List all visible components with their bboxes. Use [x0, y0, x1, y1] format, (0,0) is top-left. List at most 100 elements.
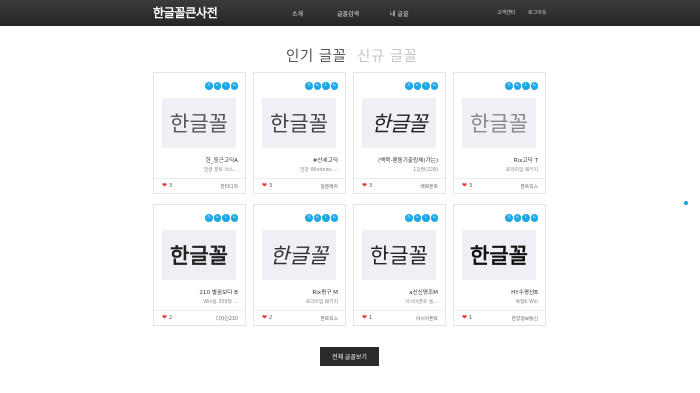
like-count: 3: [169, 183, 173, 189]
hangul-badge-icon: 가: [405, 82, 413, 90]
hangul-badge-icon: 가: [505, 214, 513, 222]
font-preview[interactable]: 한글꼴: [162, 98, 236, 148]
font-preview[interactable]: 한글꼴: [362, 98, 436, 148]
font-preview[interactable]: 한글꼴: [162, 230, 236, 280]
font-name[interactable]: Rix고딕 T: [514, 156, 538, 164]
nav-my-fonts[interactable]: 내 글꼴: [390, 9, 408, 18]
font-maker: 아시아폰트: [415, 317, 438, 322]
heart-icon: ❤: [162, 182, 168, 189]
customer-center-link[interactable]: 고객센터: [497, 9, 515, 16]
like-count: 1: [469, 315, 473, 321]
like-button[interactable]: ❤ 2: [262, 314, 273, 322]
font-feature-badges: 가 A 1 &: [405, 82, 438, 90]
font-feature-badges: 가 A 1 &: [205, 82, 238, 90]
number-badge-icon: 1: [322, 82, 330, 90]
number-badge-icon: 1: [522, 82, 530, 90]
font-feature-badges: 가 A 1 &: [305, 214, 338, 222]
hangul-badge-icon: 가: [205, 82, 213, 90]
number-badge-icon: 1: [422, 214, 430, 222]
font-preview[interactable]: 한글꼴: [462, 230, 536, 280]
like-count: 3: [469, 183, 473, 189]
latin-badge-icon: A: [313, 82, 321, 90]
card-divider: [254, 310, 345, 311]
font-card[interactable]: 가 A 1 & 한글꼴 Rix펑구 M 프리미엄 패키지 ❤ 2 폰트릭스: [253, 204, 346, 326]
font-description: 한글 폰트 아스...: [203, 168, 238, 173]
font-card[interactable]: 가 A 1 & 한글꼴 한_둥근고딕A 한글 폰트 아스... ❤ 3 한터디자: [153, 72, 246, 194]
scroll-indicator-icon[interactable]: [684, 201, 688, 205]
heart-icon: ❤: [262, 314, 268, 321]
symbol-badge-icon: &: [530, 214, 538, 222]
font-maker: 폰트릭스: [320, 317, 338, 322]
latin-badge-icon: A: [313, 214, 321, 222]
font-description: 1장편(228): [413, 168, 438, 173]
font-description: 한창 Windows ...: [300, 168, 338, 173]
font-name[interactable]: a신신명조M: [409, 288, 438, 296]
font-name[interactable]: (백묵-팬돔기출링체(가는): [378, 156, 438, 164]
font-description: Win용 359형 ...: [203, 300, 238, 305]
card-divider: [454, 178, 545, 179]
font-card[interactable]: 가 A 1 & 한글꼴 a신신명조M 아시아폰트 통... ❤ 1 아시아폰트: [353, 204, 446, 326]
like-button[interactable]: ❤ 2: [162, 315, 173, 322]
font-card[interactable]: 가 A 1 & 한글꼴 #산세고딕 한창 Windows ... ❤ 3 정운메카: [253, 72, 346, 194]
font-description: 아시아폰트 통...: [405, 300, 438, 305]
font-description: 특형b Win: [515, 300, 538, 305]
font-feature-badges: 가 A 1 &: [405, 214, 438, 222]
symbol-badge-icon: &: [230, 82, 238, 90]
tab-popular-fonts[interactable]: 인기 글꼴: [286, 45, 346, 66]
logout-link[interactable]: 로그아웃: [528, 9, 546, 16]
card-divider: [254, 178, 345, 179]
hangul-badge-icon: 가: [405, 214, 413, 222]
font-maker: 디자인210: [215, 317, 238, 322]
font-feature-badges: 가 A 1 &: [505, 82, 538, 90]
tab-new-fonts[interactable]: 신규 글꼴: [357, 45, 417, 66]
nav-about[interactable]: 소개: [292, 9, 303, 18]
font-card[interactable]: 가 A 1 & 한글꼴 (백묵-팬돔기출링체(가는) 1장편(228) ❤ 3 백…: [353, 72, 446, 194]
font-feature-badges: 가 A 1 &: [505, 214, 538, 222]
heart-icon: ❤: [362, 182, 368, 189]
like-count: 2: [169, 315, 173, 321]
like-button[interactable]: ❤ 1: [462, 315, 473, 322]
view-all-fonts-button[interactable]: 전체 글꼴보기: [320, 347, 379, 366]
like-button[interactable]: ❤ 3: [362, 182, 373, 190]
font-card[interactable]: 가 A 1 & 한글꼴 Rix고딕 T 프리미엄 패키지 ❤ 3 폰트릭스: [453, 72, 546, 194]
like-button[interactable]: ❤ 3: [462, 182, 473, 190]
font-card[interactable]: 가 A 1 & 한글꼴 210 별꿈보다 B Win용 359형 ... ❤ 2 …: [153, 204, 246, 326]
number-badge-icon: 1: [222, 214, 230, 222]
like-button[interactable]: ❤ 1: [362, 315, 372, 322]
site-logo[interactable]: 한글꼴큰사전: [153, 4, 218, 21]
latin-badge-icon: A: [513, 214, 521, 222]
font-name[interactable]: HY수평선B: [511, 288, 538, 296]
font-preview[interactable]: 한글꼴: [262, 98, 336, 148]
font-name[interactable]: Rix펑구 M: [312, 288, 338, 296]
hangul-badge-icon: 가: [205, 214, 213, 222]
font-name[interactable]: #산세고딕: [313, 156, 338, 164]
number-badge-icon: 1: [522, 214, 530, 222]
font-maker: 한양정보통신: [511, 317, 538, 322]
font-preview[interactable]: 한글꼴: [462, 98, 536, 148]
like-count: 3: [269, 183, 273, 189]
font-preview[interactable]: 한글꼴: [262, 230, 336, 280]
like-button[interactable]: ❤ 3: [162, 182, 173, 190]
heart-icon: ❤: [262, 182, 268, 189]
symbol-badge-icon: &: [430, 82, 438, 90]
nav-font-search[interactable]: 글꼴검색: [337, 9, 359, 18]
hangul-badge-icon: 가: [305, 214, 313, 222]
font-name[interactable]: 210 별꿈보다 B: [199, 288, 238, 296]
font-maker: 한터디자: [220, 185, 238, 190]
font-name[interactable]: 한_둥근고딕A: [206, 156, 238, 164]
font-description: 프리미엄 패키지: [505, 168, 538, 173]
font-preview[interactable]: 한글꼴: [362, 230, 436, 280]
heart-icon: ❤: [462, 182, 468, 189]
font-card[interactable]: 가 A 1 & 한글꼴 HY수평선B 특형b Win ❤ 1 한양정보통신: [453, 204, 546, 326]
symbol-badge-icon: &: [430, 214, 438, 222]
like-count: 3: [369, 183, 373, 189]
number-badge-icon: 1: [222, 82, 230, 90]
like-button[interactable]: ❤ 3: [262, 182, 273, 190]
like-count: 2: [269, 315, 273, 321]
font-maker: 폰트릭스: [520, 185, 538, 190]
card-divider: [354, 178, 445, 179]
number-badge-icon: 1: [422, 82, 430, 90]
top-navigation-bar: 한글꼴큰사전 소개 글꼴검색 내 글꼴 고객센터 로그아웃: [0, 0, 700, 26]
latin-badge-icon: A: [513, 82, 521, 90]
font-feature-badges: 가 A 1 &: [205, 214, 238, 222]
